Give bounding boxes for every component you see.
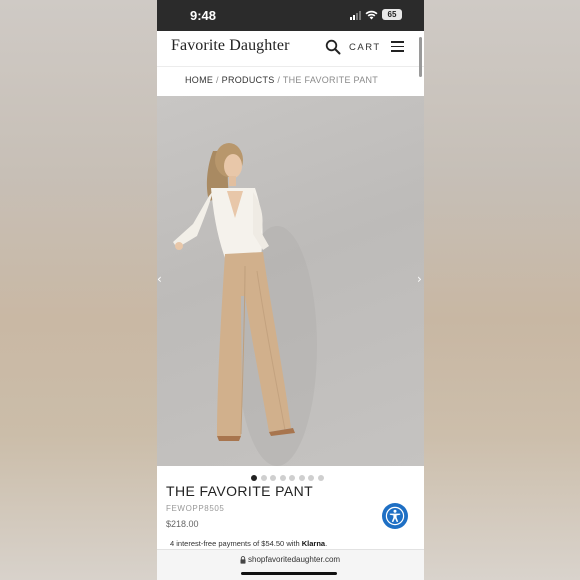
- background-blur-left: [0, 0, 157, 580]
- gallery-prev-arrow[interactable]: ‹: [157, 272, 162, 286]
- battery-indicator: 65: [382, 9, 402, 20]
- breadcrumb-products[interactable]: PRODUCTS: [222, 75, 275, 85]
- breadcrumb-current: THE FAVORITE PANT: [282, 75, 379, 85]
- klarna-brand[interactable]: Klarna: [302, 539, 325, 548]
- product-sku: FEWOPP8505: [166, 504, 225, 513]
- background-blur-right: [423, 0, 580, 580]
- hamburger-menu-icon[interactable]: [391, 41, 404, 52]
- scrollbar-thumb[interactable]: [419, 37, 422, 77]
- breadcrumb-separator: /: [277, 75, 281, 85]
- product-image[interactable]: ‹ ›: [157, 96, 424, 466]
- breadcrumb: HOME / PRODUCTS / THE FAVORITE PANT: [185, 75, 378, 85]
- breadcrumb-separator: /: [216, 75, 219, 85]
- klarna-message: 4 interest-free payments of $54.50 with …: [170, 539, 327, 548]
- accessibility-icon: [385, 506, 405, 526]
- klarna-suffix: .: [325, 539, 328, 548]
- cart-link[interactable]: CART: [349, 42, 381, 53]
- signal-icon: [350, 10, 361, 20]
- status-time: 9:48: [190, 8, 217, 23]
- search-icon[interactable]: [325, 39, 341, 55]
- gallery-dot[interactable]: [260, 475, 267, 481]
- phone-screen: 9:48 65 Favorite Daughter CART HOME / PR…: [157, 0, 424, 580]
- gallery-dot[interactable]: [317, 475, 324, 481]
- gallery-dot[interactable]: [298, 475, 305, 481]
- model-illustration: [173, 143, 317, 466]
- status-indicators: 65: [350, 9, 402, 20]
- gallery-next-arrow[interactable]: ›: [417, 272, 422, 286]
- product-price: $218.00: [166, 519, 199, 529]
- lock-icon: [240, 556, 246, 564]
- gallery-dot[interactable]: [279, 475, 286, 481]
- browser-url-bar[interactable]: shopfavoritedaughter.com: [157, 549, 424, 580]
- home-indicator[interactable]: [241, 572, 337, 575]
- gallery-pagination: [251, 475, 324, 481]
- accessibility-button[interactable]: [382, 503, 408, 529]
- wifi-icon: [365, 10, 378, 19]
- breadcrumb-home[interactable]: HOME: [185, 75, 213, 85]
- site-header: Favorite Daughter CART: [157, 31, 424, 67]
- klarna-text: 4 interest-free payments of $54.50 with: [170, 539, 300, 548]
- product-title: THE FAVORITE PANT: [166, 483, 314, 499]
- status-bar: 9:48 65: [157, 0, 424, 31]
- gallery-dot[interactable]: [289, 475, 295, 481]
- url-text: shopfavoritedaughter.com: [248, 555, 341, 564]
- gallery-dot[interactable]: [251, 475, 257, 481]
- gallery-dot[interactable]: [308, 475, 314, 481]
- site-logo[interactable]: Favorite Daughter: [171, 37, 290, 55]
- gallery-dot[interactable]: [270, 475, 276, 481]
